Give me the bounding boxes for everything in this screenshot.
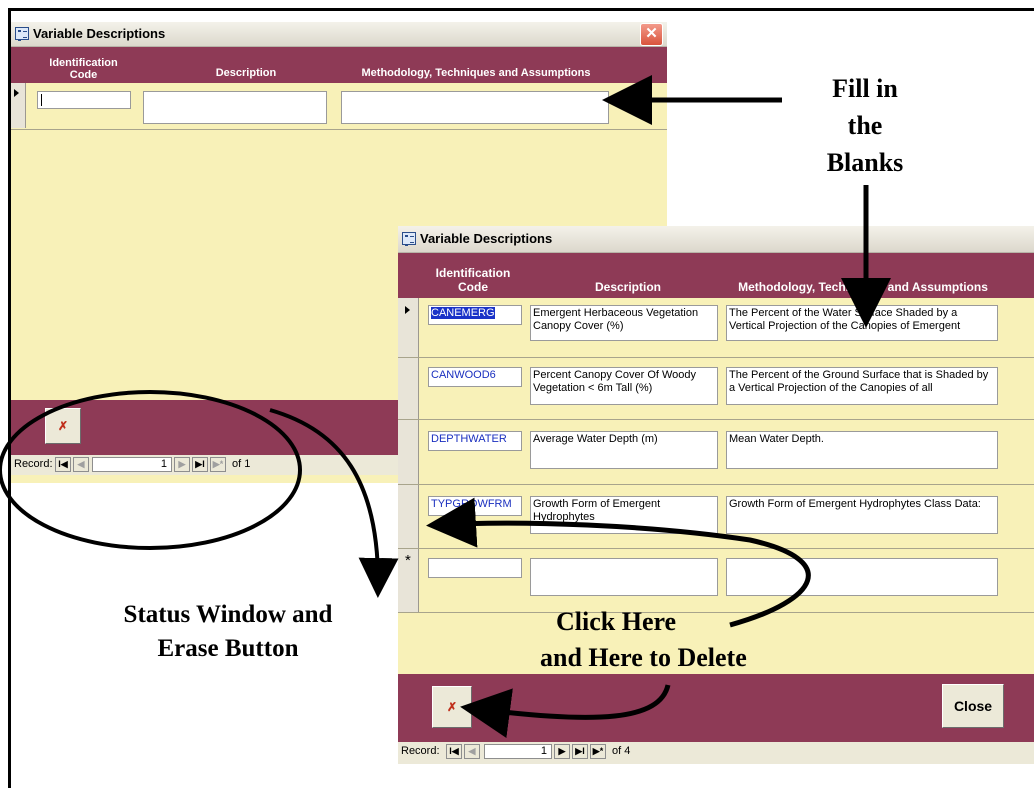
status-window-circle [0,390,302,550]
annotation-fill-blanks: Fill in the Blanks [826,74,904,177]
annotation-click-here: Click Here and Here to Delete [540,607,747,672]
delete-arrow [460,684,671,738]
annotation-status-window: Status Window and Erase Button [123,601,333,662]
